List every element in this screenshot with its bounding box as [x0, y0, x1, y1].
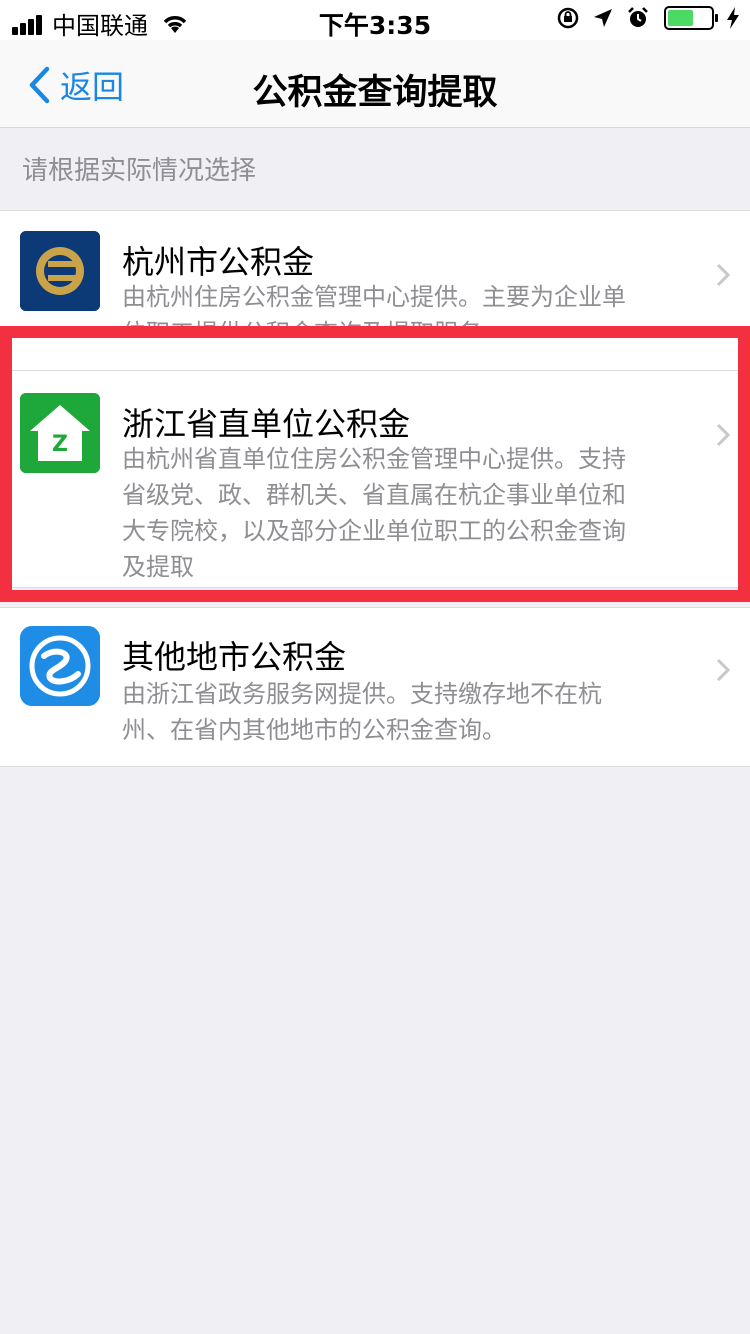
- list-item-zhejiang-provincial[interactable]: Z 浙江省直单位公积金 由杭州省直单位住房公积金管理中心提供。支持省级党、政、群…: [0, 370, 750, 588]
- zhejiang-gov-logo-icon: [20, 626, 100, 706]
- item-description: 由杭州住房公积金管理中心提供。主要为企业单位职工提供公积金查询及提取服务: [122, 283, 626, 327]
- location-arrow-icon: [594, 9, 612, 27]
- battery-icon: [664, 6, 718, 30]
- chevron-right-icon: [716, 263, 730, 287]
- house-logo-icon: Z: [20, 393, 100, 473]
- item-description: 由杭州省直单位住房公积金管理中心提供。支持省级党、政、群机关、省直属在杭企事业单…: [122, 445, 626, 581]
- chevron-right-icon: [716, 423, 730, 447]
- item-title: 浙江省直单位公积金: [122, 405, 411, 443]
- rotation-lock-icon: [557, 7, 579, 29]
- alarm-icon: [628, 7, 648, 27]
- highlight-gap: [12, 338, 738, 370]
- item-title: 杭州市公积金: [122, 243, 315, 281]
- charging-bolt-icon: [727, 7, 739, 29]
- hangzhou-fund-logo-icon: [20, 231, 100, 311]
- status-bar: 中国联通 下午3:35: [0, 0, 750, 40]
- page-title: 公积金查询提取: [252, 73, 498, 113]
- item-description: 由浙江省政务服务网提供。支持缴存地不在杭州、在省内其他地市的公积金查询。: [122, 680, 602, 744]
- section-header: 请根据实际情况选择: [22, 156, 257, 186]
- list-item-hangzhou[interactable]: 杭州市公积金 由杭州住房公积金管理中心提供。主要为企业单位职工提供公积金查询及提…: [0, 210, 750, 330]
- list-item-other-cities[interactable]: 其他地市公积金 由浙江省政务服务网提供。支持缴存地不在杭州、在省内其他地市的公积…: [0, 607, 750, 767]
- nav-bar: 返回 公积金查询提取: [0, 40, 750, 128]
- status-right: [544, 6, 740, 30]
- item-title: 其他地市公积金: [122, 638, 347, 676]
- chevron-right-icon: [716, 658, 730, 682]
- svg-text:Z: Z: [52, 432, 68, 457]
